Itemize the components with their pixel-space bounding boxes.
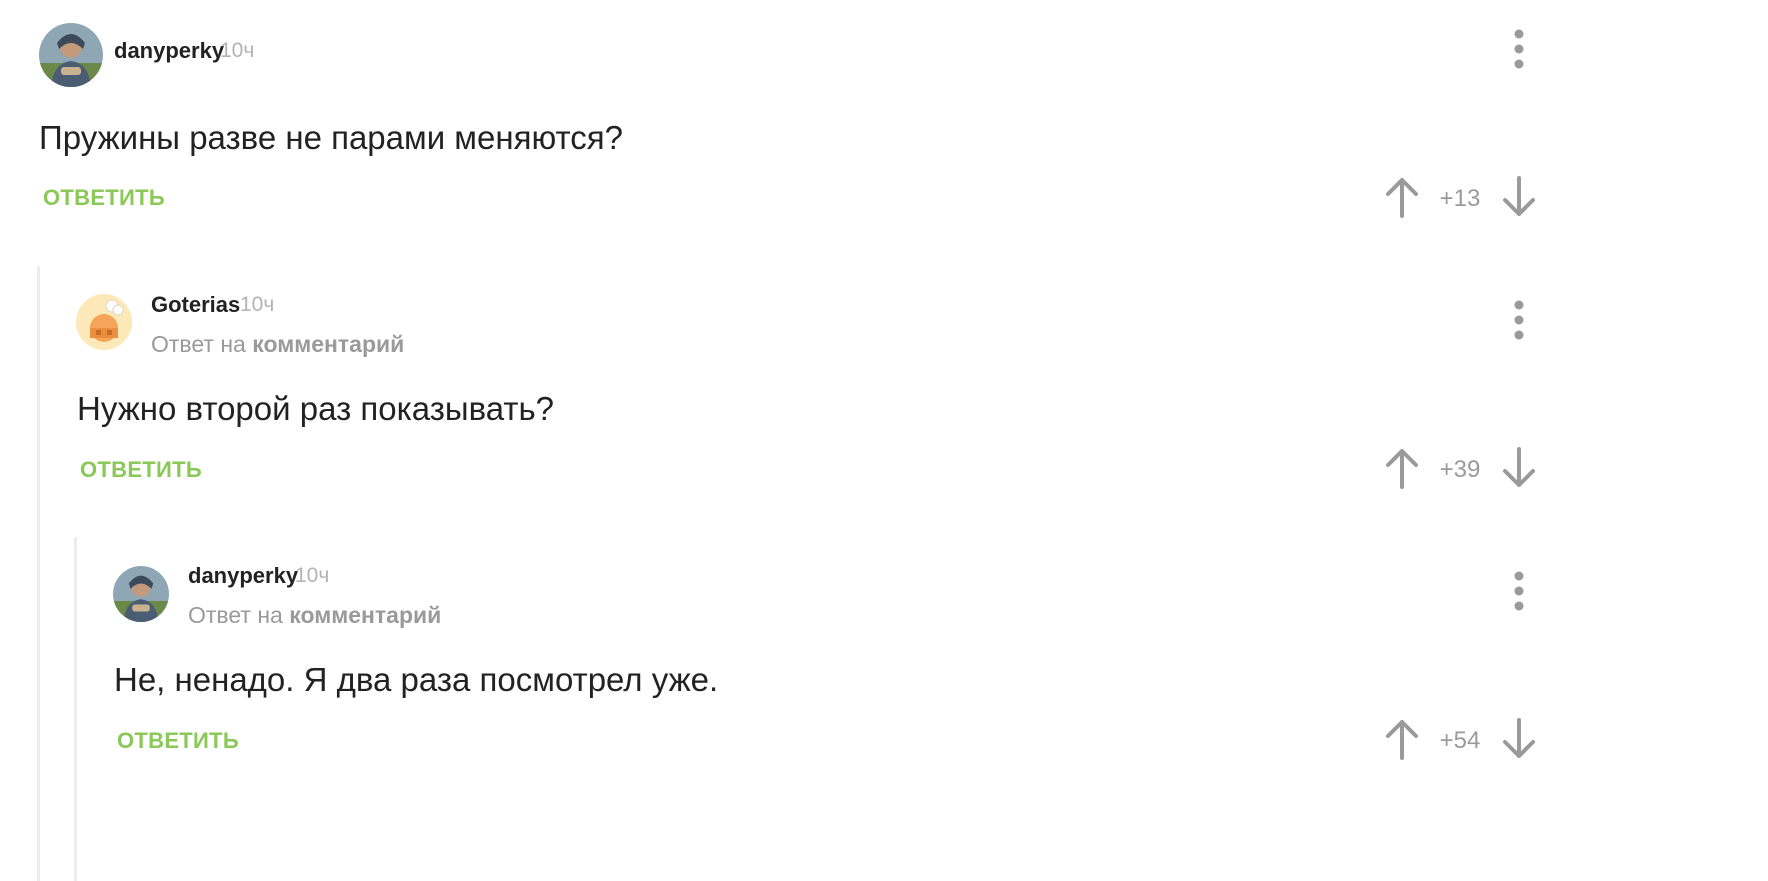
thread-line-level-2 (74, 537, 77, 881)
username[interactable]: Goterias (151, 292, 240, 318)
reply-to: Ответ на комментарий (188, 602, 441, 629)
reply-to-prefix: Ответ на (151, 331, 246, 357)
timestamp: 10ч (240, 293, 275, 316)
arrow-up-icon[interactable] (1384, 176, 1420, 223)
thread-line-level-1 (37, 266, 40, 881)
reply-button[interactable]: ОТВЕТИТЬ (43, 185, 165, 211)
score: +39 (1439, 456, 1481, 483)
user-photo-icon (39, 23, 103, 87)
arrow-down-icon[interactable] (1501, 447, 1537, 494)
arrow-up-icon[interactable] (1384, 718, 1420, 765)
more-vertical-icon[interactable] (1507, 27, 1531, 71)
username[interactable]: danyperky (188, 563, 298, 589)
reply-to-prefix: Ответ на (188, 602, 283, 628)
more-vertical-icon[interactable] (1507, 298, 1531, 342)
timestamp: 10ч (220, 39, 255, 62)
comment-text: Не, ненадо. Я два раза посмотрел уже. (114, 661, 719, 698)
user-photo-icon (113, 566, 169, 622)
username[interactable]: danyperky (114, 38, 224, 64)
arrow-up-icon[interactable] (1384, 447, 1420, 494)
avatar[interactable] (76, 294, 132, 350)
arrow-down-icon[interactable] (1501, 176, 1537, 223)
more-vertical-icon[interactable] (1507, 569, 1531, 613)
reply-button[interactable]: ОТВЕТИТЬ (117, 728, 239, 754)
comment-text: Нужно второй раз показывать? (77, 390, 555, 427)
score: +13 (1439, 185, 1481, 212)
cartoon-avatar-icon (76, 294, 132, 350)
reply-to: Ответ на комментарий (151, 331, 404, 358)
avatar[interactable] (113, 566, 169, 622)
score: +54 (1439, 727, 1481, 754)
reply-button[interactable]: ОТВЕТИТЬ (80, 457, 202, 483)
reply-to-link[interactable]: комментарий (252, 331, 404, 357)
avatar[interactable] (39, 23, 103, 87)
timestamp: 10ч (295, 564, 330, 587)
comment-text: Пружины разве не парами меняются? (39, 119, 623, 156)
arrow-down-icon[interactable] (1501, 718, 1537, 765)
reply-to-link[interactable]: комментарий (289, 602, 441, 628)
